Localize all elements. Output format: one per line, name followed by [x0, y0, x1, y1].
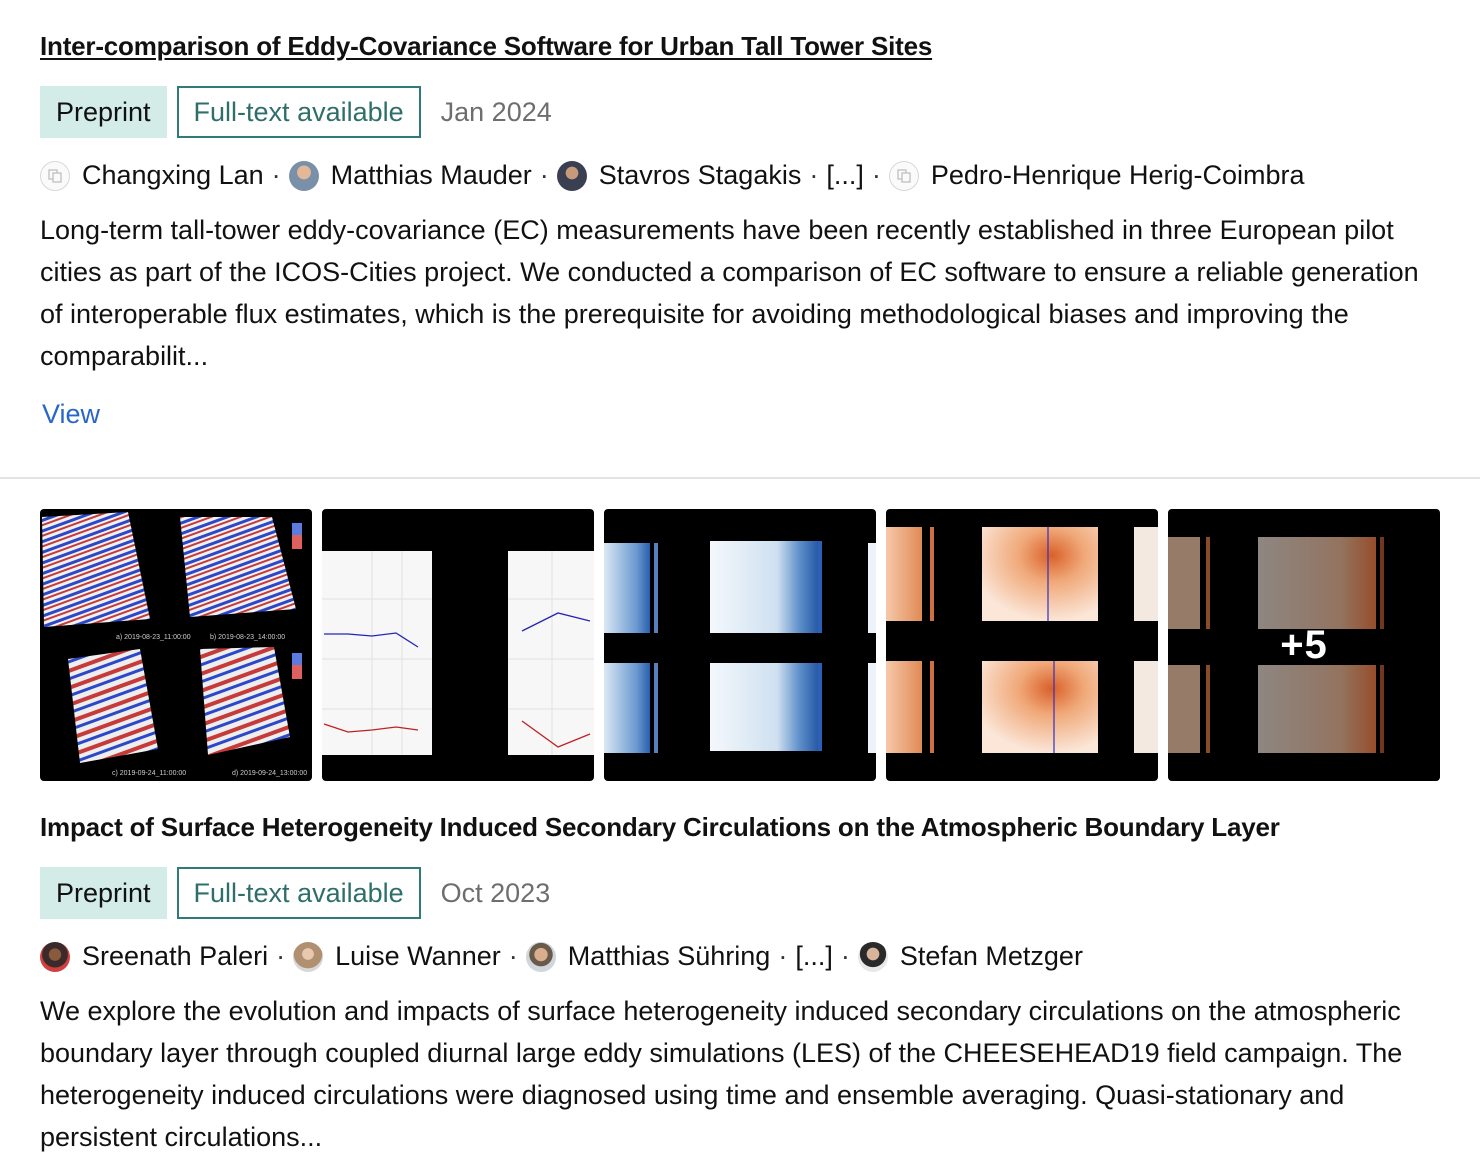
badge-row: Preprint Full-text available Oct 2023	[40, 867, 1440, 919]
author-avatar[interactable]	[288, 160, 319, 191]
author-link[interactable]: Matthias Sühring	[568, 941, 771, 972]
author-link[interactable]: Sreenath Paleri	[82, 941, 268, 972]
author-avatar-placeholder-icon[interactable]	[40, 160, 70, 191]
author-link[interactable]: Luise Wanner	[335, 941, 501, 972]
author-link[interactable]: Stavros Stagakis	[599, 160, 802, 191]
author-separator: ·	[539, 160, 549, 190]
author-separator: ·	[508, 941, 518, 971]
author-avatar[interactable]	[556, 160, 587, 191]
more-authors[interactable]: [...]	[795, 941, 833, 972]
result-item-2: Impact of Surface Heterogeneity Induced …	[0, 781, 1480, 1158]
badge-row: Preprint Full-text available Jan 2024	[40, 86, 1440, 138]
author-avatar[interactable]	[525, 941, 556, 972]
result-title[interactable]: Impact of Surface Heterogeneity Induced …	[40, 811, 1440, 843]
author-separator: ·	[871, 160, 881, 190]
preprint-badge: Preprint	[40, 86, 167, 138]
author-avatar-placeholder-icon[interactable]	[888, 160, 919, 191]
publication-date: Oct 2023	[440, 877, 551, 908]
abstract: Long-term tall-tower eddy-covariance (EC…	[40, 215, 1419, 371]
author-list: Changxing Lan · Matthias Mauder · Stavro…	[40, 160, 1440, 191]
more-authors[interactable]: [...]	[826, 160, 864, 191]
author-separator: ·	[840, 941, 850, 971]
author-separator: ·	[271, 160, 281, 190]
author-avatar[interactable]	[857, 941, 888, 972]
author-list: Sreenath Paleri · Luise Wanner · Matthia…	[40, 941, 1440, 972]
abstract: We explore the evolution and impacts of …	[40, 996, 1403, 1152]
result-title[interactable]: Inter-comparison of Eddy-Covariance Soft…	[40, 30, 1440, 62]
fulltext-badge: Full-text available	[176, 86, 421, 138]
figure-thumbnail-3[interactable]	[604, 509, 876, 781]
author-link[interactable]: Pedro-Henrique Herig-Coimbra	[931, 160, 1305, 191]
figure-panel-label: b) 2019-08-23_14:00:00	[210, 634, 285, 641]
author-separator: ·	[778, 941, 788, 971]
figure-thumbnail-4[interactable]	[886, 509, 1158, 781]
author-avatar[interactable]	[293, 941, 324, 972]
fulltext-badge: Full-text available	[176, 867, 421, 919]
result-divider	[0, 477, 1480, 479]
publication-date: Jan 2024	[440, 96, 552, 127]
author-link[interactable]: Changxing Lan	[82, 160, 264, 191]
author-link[interactable]: Matthias Mauder	[331, 160, 532, 191]
author-link[interactable]: Stefan Metzger	[900, 941, 1083, 972]
author-avatar[interactable]	[40, 941, 70, 972]
figure-thumbnail-2[interactable]	[322, 509, 594, 781]
figure-thumbnail-5[interactable]: +5	[1168, 509, 1440, 781]
figure-panel-label: c) 2019-09-24_11:00:00	[112, 770, 186, 777]
view-link[interactable]: View	[42, 399, 100, 430]
figure-panel-label: d) 2019-09-24_13:00:00	[232, 770, 307, 777]
author-separator: ·	[276, 941, 286, 971]
result-item-1: Inter-comparison of Eddy-Covariance Soft…	[0, 0, 1480, 430]
figure-thumbnail-1[interactable]: a) 2019-08-23_11:00:00 b) 2019-08-23_14:…	[40, 509, 312, 781]
figure-strip: a) 2019-08-23_11:00:00 b) 2019-08-23_14:…	[0, 509, 1480, 781]
preprint-badge: Preprint	[40, 867, 167, 919]
author-separator: ·	[809, 160, 819, 190]
more-figures-count[interactable]: +5	[1168, 509, 1440, 781]
figure-panel-label: a) 2019-08-23_11:00:00	[116, 634, 191, 641]
